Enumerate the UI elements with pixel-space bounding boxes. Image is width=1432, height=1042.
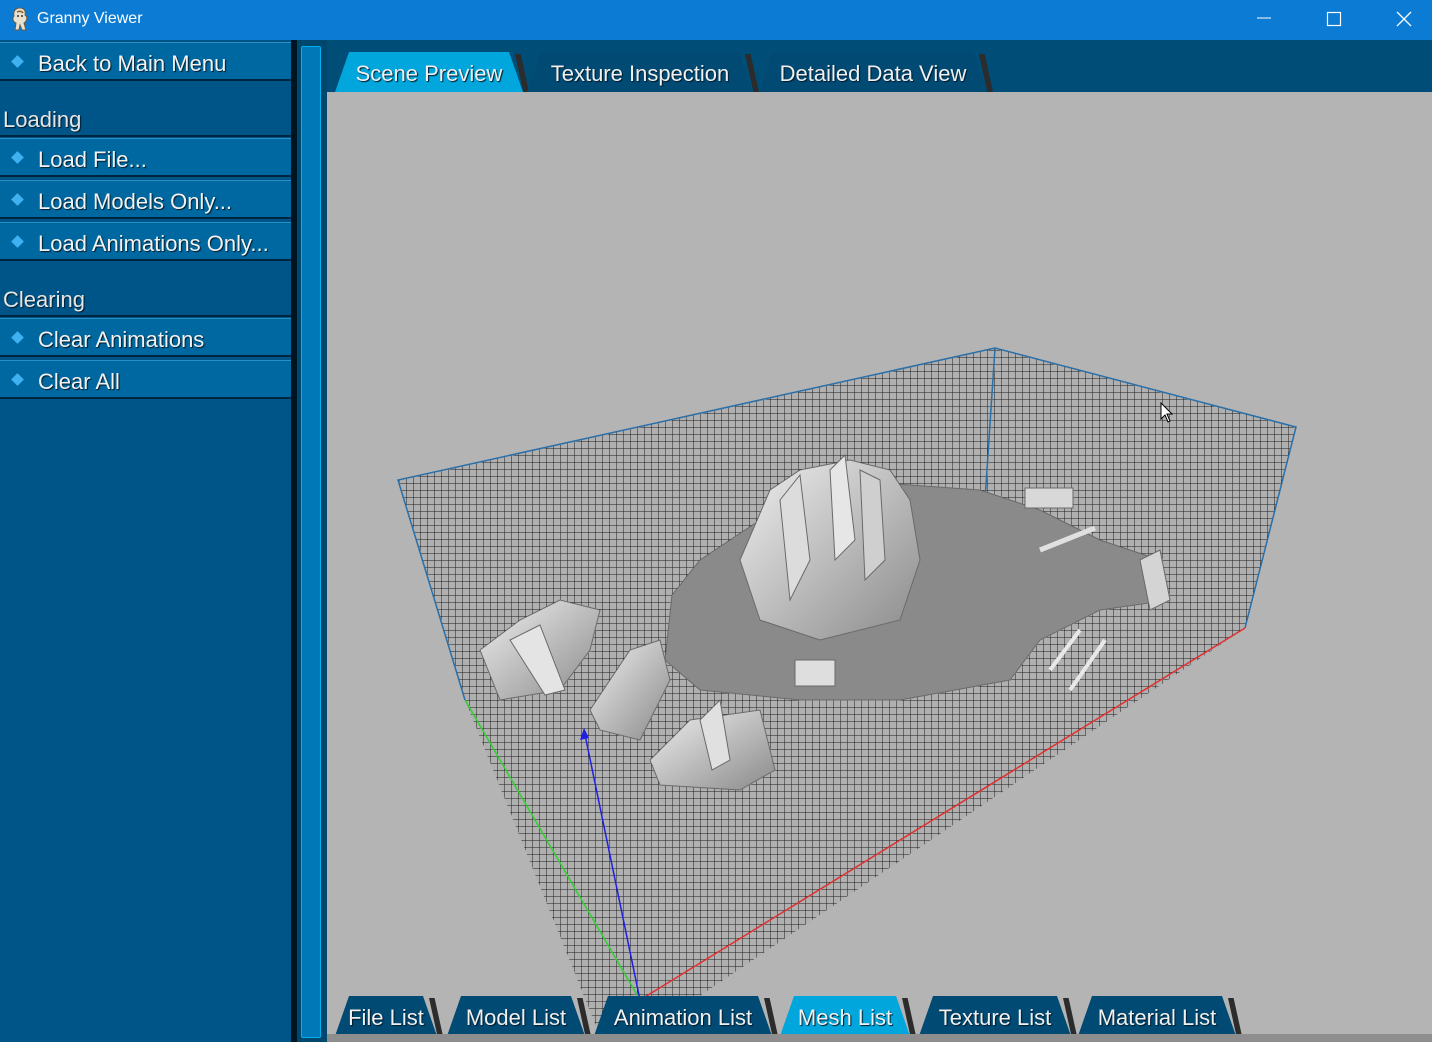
close-button[interactable] xyxy=(1381,0,1427,38)
tab-mesh-list[interactable]: Mesh List xyxy=(780,996,916,1036)
clear-animations-button[interactable]: Clear Animations xyxy=(0,318,291,357)
diamond-bullet-icon xyxy=(11,235,24,248)
diamond-bullet-icon xyxy=(11,55,24,68)
button-label: Load Animations Only... xyxy=(38,231,269,256)
clear-all-button[interactable]: Clear All xyxy=(0,360,291,399)
title-bar: Granny Viewer xyxy=(0,0,1432,40)
panel-splitter[interactable] xyxy=(297,40,327,1042)
tab-texture-inspection[interactable]: Texture Inspection xyxy=(527,52,759,92)
tab-texture-list[interactable]: Texture List xyxy=(919,996,1077,1036)
scene-render xyxy=(397,347,1297,1036)
section-heading-loading: Loading xyxy=(0,85,291,137)
button-label: Back to Main Menu xyxy=(38,51,227,76)
section-heading-clearing: Clearing xyxy=(0,265,291,317)
splitter-handle[interactable] xyxy=(301,46,321,1038)
back-to-main-menu-button[interactable]: Back to Main Menu xyxy=(0,42,291,81)
tab-material-list[interactable]: Material List xyxy=(1078,996,1242,1036)
maximize-button[interactable] xyxy=(1311,0,1357,38)
tab-detailed-data-view[interactable]: Detailed Data View xyxy=(759,52,993,92)
scene-viewport[interactable] xyxy=(327,92,1432,1036)
diamond-bullet-icon xyxy=(11,151,24,164)
button-label: Clear All xyxy=(38,369,120,394)
window-title: Granny Viewer xyxy=(37,10,143,27)
button-label: Clear Animations xyxy=(38,327,205,352)
close-icon xyxy=(1396,11,1412,27)
diamond-bullet-icon xyxy=(11,193,24,206)
button-label: Load Models Only... xyxy=(38,189,233,214)
load-models-only-button[interactable]: Load Models Only... xyxy=(0,180,291,219)
sidebar-panel: Back to Main Menu Loading Load File... L… xyxy=(0,40,295,1042)
granny-app-icon xyxy=(12,7,28,31)
minimize-icon xyxy=(1257,17,1271,19)
diamond-bullet-icon xyxy=(11,373,24,386)
tab-model-list[interactable]: Model List xyxy=(447,996,591,1036)
tab-scene-preview[interactable]: Scene Preview xyxy=(335,52,529,92)
bottom-scrollbar[interactable] xyxy=(327,1034,1432,1042)
maximize-icon xyxy=(1326,11,1342,27)
load-animations-only-button[interactable]: Load Animations Only... xyxy=(0,222,291,261)
button-label: Load File... xyxy=(38,147,147,172)
diamond-bullet-icon xyxy=(11,331,24,344)
tab-animation-list[interactable]: Animation List xyxy=(594,996,778,1036)
tab-file-list[interactable]: File List xyxy=(335,996,443,1036)
minimize-button[interactable] xyxy=(1241,0,1287,38)
load-file-button[interactable]: Load File... xyxy=(0,138,291,177)
